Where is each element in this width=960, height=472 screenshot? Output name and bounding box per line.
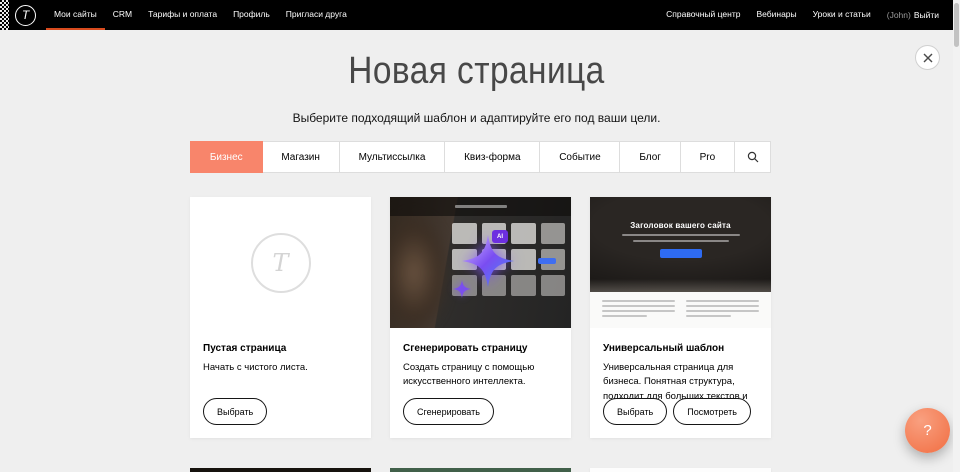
template-card-grid: T Пустая страница Начать с чистого листа… (190, 197, 771, 438)
universal-preview-button (660, 249, 702, 258)
nav-profile[interactable]: Профиль (225, 0, 278, 30)
help-button[interactable]: ? (905, 408, 950, 453)
tilda-logo-letter: T (22, 8, 29, 22)
card-title: Пустая страница (203, 343, 358, 354)
tab-multilink[interactable]: Мультиссылка (339, 141, 446, 173)
template-card-partial-1 (190, 468, 371, 472)
ai-preview-photo (390, 211, 450, 328)
nav-webinars[interactable]: Вебинары (748, 0, 804, 30)
choose-universal-button[interactable]: Выбрать (603, 398, 667, 425)
card-description: Начать с чистого листа. (203, 361, 358, 375)
topbar-nav-left: Мои сайты CRM Тарифы и оплата Профиль Пр… (46, 0, 355, 30)
template-card-ai-generate: AI Сгенерировать страницу Создать страни… (390, 197, 571, 438)
topbar-pattern-decoration (0, 0, 9, 30)
topbar: T Мои сайты CRM Тарифы и оплата Профиль … (0, 0, 953, 30)
ai-preview-blue-button (538, 258, 556, 264)
logout-link[interactable]: Выйти (914, 10, 939, 20)
tab-shop[interactable]: Магазин (262, 141, 340, 173)
search-icon (747, 151, 759, 163)
ai-sparkle-small-icon (452, 279, 472, 299)
card-title: Универсальный шаблон (603, 343, 758, 354)
user-menu: (John) Выйти (879, 0, 947, 30)
card-description: Создать страницу с помощью искусственног… (403, 361, 558, 390)
next-template-row (190, 468, 771, 472)
ai-template-preview: AI (390, 197, 571, 328)
tab-business[interactable]: Бизнес (190, 141, 263, 173)
nav-lessons-articles[interactable]: Уроки и статьи (805, 0, 879, 30)
close-icon (923, 53, 933, 63)
nav-help-center[interactable]: Справочный центр (658, 0, 748, 30)
template-card-blank: T Пустая страница Начать с чистого листа… (190, 197, 371, 438)
template-card-partial-3 (590, 468, 771, 472)
generate-button[interactable]: Сгенерировать (403, 398, 494, 425)
universal-preview-text-section (590, 292, 771, 328)
scrollbar-thumb[interactable] (954, 3, 959, 47)
template-category-tabs: Бизнес Магазин Мультиссылка Квиз-форма С… (190, 141, 771, 173)
tilda-logo[interactable]: T (15, 5, 36, 26)
universal-template-preview: Заголовок вашего сайта (590, 197, 771, 328)
page-subtitle: Выберите подходящий шаблон и адаптируйте… (0, 111, 953, 125)
universal-preview-title: Заголовок вашего сайта (590, 197, 771, 230)
tab-quiz-form[interactable]: Квиз-форма (444, 141, 540, 173)
page-title: Новая страница (57, 50, 896, 93)
tab-blog[interactable]: Блог (619, 141, 680, 173)
help-question-icon: ? (923, 422, 931, 439)
blank-template-preview: T (190, 197, 371, 328)
tilda-logo-watermark-icon: T (251, 233, 311, 293)
nav-invite-friend[interactable]: Пригласи друга (278, 0, 355, 30)
close-button[interactable] (915, 45, 940, 70)
choose-blank-button[interactable]: Выбрать (203, 398, 267, 425)
scrollbar (953, 0, 960, 472)
tab-pro[interactable]: Pro (680, 141, 735, 173)
template-card-universal: Заголовок вашего сайта (590, 197, 771, 438)
nav-crm[interactable]: CRM (105, 0, 140, 30)
tab-event[interactable]: Событие (539, 141, 620, 173)
template-chooser-screen: T Мои сайты CRM Тарифы и оплата Профиль … (0, 0, 960, 472)
ai-badge: AI (492, 230, 508, 243)
preview-universal-button[interactable]: Посмотреть (673, 398, 751, 425)
nav-tariffs-payment[interactable]: Тарифы и оплата (140, 0, 225, 30)
card-title: Сгенерировать страницу (403, 343, 558, 354)
template-card-partial-2 (390, 468, 571, 472)
tab-search[interactable] (734, 141, 771, 173)
ai-preview-topbar (390, 197, 571, 216)
user-name: (John) (887, 10, 911, 20)
topbar-nav-right: Справочный центр Вебинары Уроки и статьи… (658, 0, 953, 30)
universal-preview-hero: Заголовок вашего сайта (590, 197, 771, 292)
nav-my-sites[interactable]: Мои сайты (46, 0, 105, 30)
